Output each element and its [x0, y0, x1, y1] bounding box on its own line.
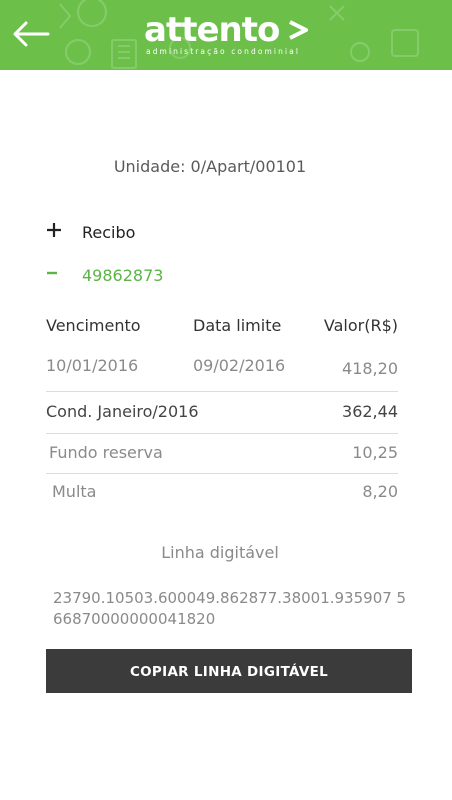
copy-linha-button[interactable]: COPIAR LINHA DIGITÁVEL [46, 649, 412, 693]
boleto-number: 49862873 [82, 265, 164, 285]
linha-digitavel-title: Linha digitável [161, 543, 279, 562]
header-value: Valor(R$) [323, 316, 398, 335]
item-value: 8,20 [362, 482, 398, 501]
plus-icon [46, 221, 68, 243]
minus-icon [46, 264, 68, 286]
unit-label: Unidade: 0/Apart/00101 [113, 157, 307, 176]
arrow-left-icon [13, 21, 50, 47]
item-label: Multa [52, 482, 97, 501]
divider [46, 473, 398, 474]
logo-chevron-icon [289, 20, 308, 40]
divider [46, 391, 398, 392]
item-value: 10,25 [352, 443, 398, 462]
boleto-toggle[interactable]: 49862873 [46, 264, 163, 286]
header-due: Vencimento [46, 316, 141, 335]
table-row: 10/01/2016 09/02/2016 418,20 [46, 356, 398, 382]
table-row: Fundo reserva 10,25 [46, 443, 398, 469]
table-row: Cond. Janeiro/2016 362,44 [46, 402, 398, 428]
back-button[interactable] [8, 14, 54, 54]
attento-logo: attento administração condominial [144, 10, 319, 60]
item-label: Fundo reserva [49, 443, 163, 462]
table-row: Multa 8,20 [46, 482, 398, 508]
app-header: attento administração condominial [0, 0, 452, 70]
divider [46, 433, 398, 434]
recibo-toggle[interactable]: Recibo [46, 221, 135, 243]
header-limit: Data limite [193, 316, 282, 335]
due-date: 10/01/2016 [46, 356, 139, 375]
total-value: 418,20 [342, 359, 398, 378]
table-header-row: Vencimento Data limite Valor(R$) [46, 316, 398, 342]
logo-wordmark: attento [144, 10, 280, 50]
item-label: Cond. Janeiro/2016 [46, 402, 199, 421]
logo-tagline: administração condominial [146, 47, 301, 56]
linha-digitavel-code: 23790.10503.600049.862877.38001.935907 5… [53, 589, 407, 628]
limit-date: 09/02/2016 [193, 356, 286, 375]
item-value: 362,44 [342, 402, 398, 421]
recibo-label: Recibo [82, 222, 136, 242]
